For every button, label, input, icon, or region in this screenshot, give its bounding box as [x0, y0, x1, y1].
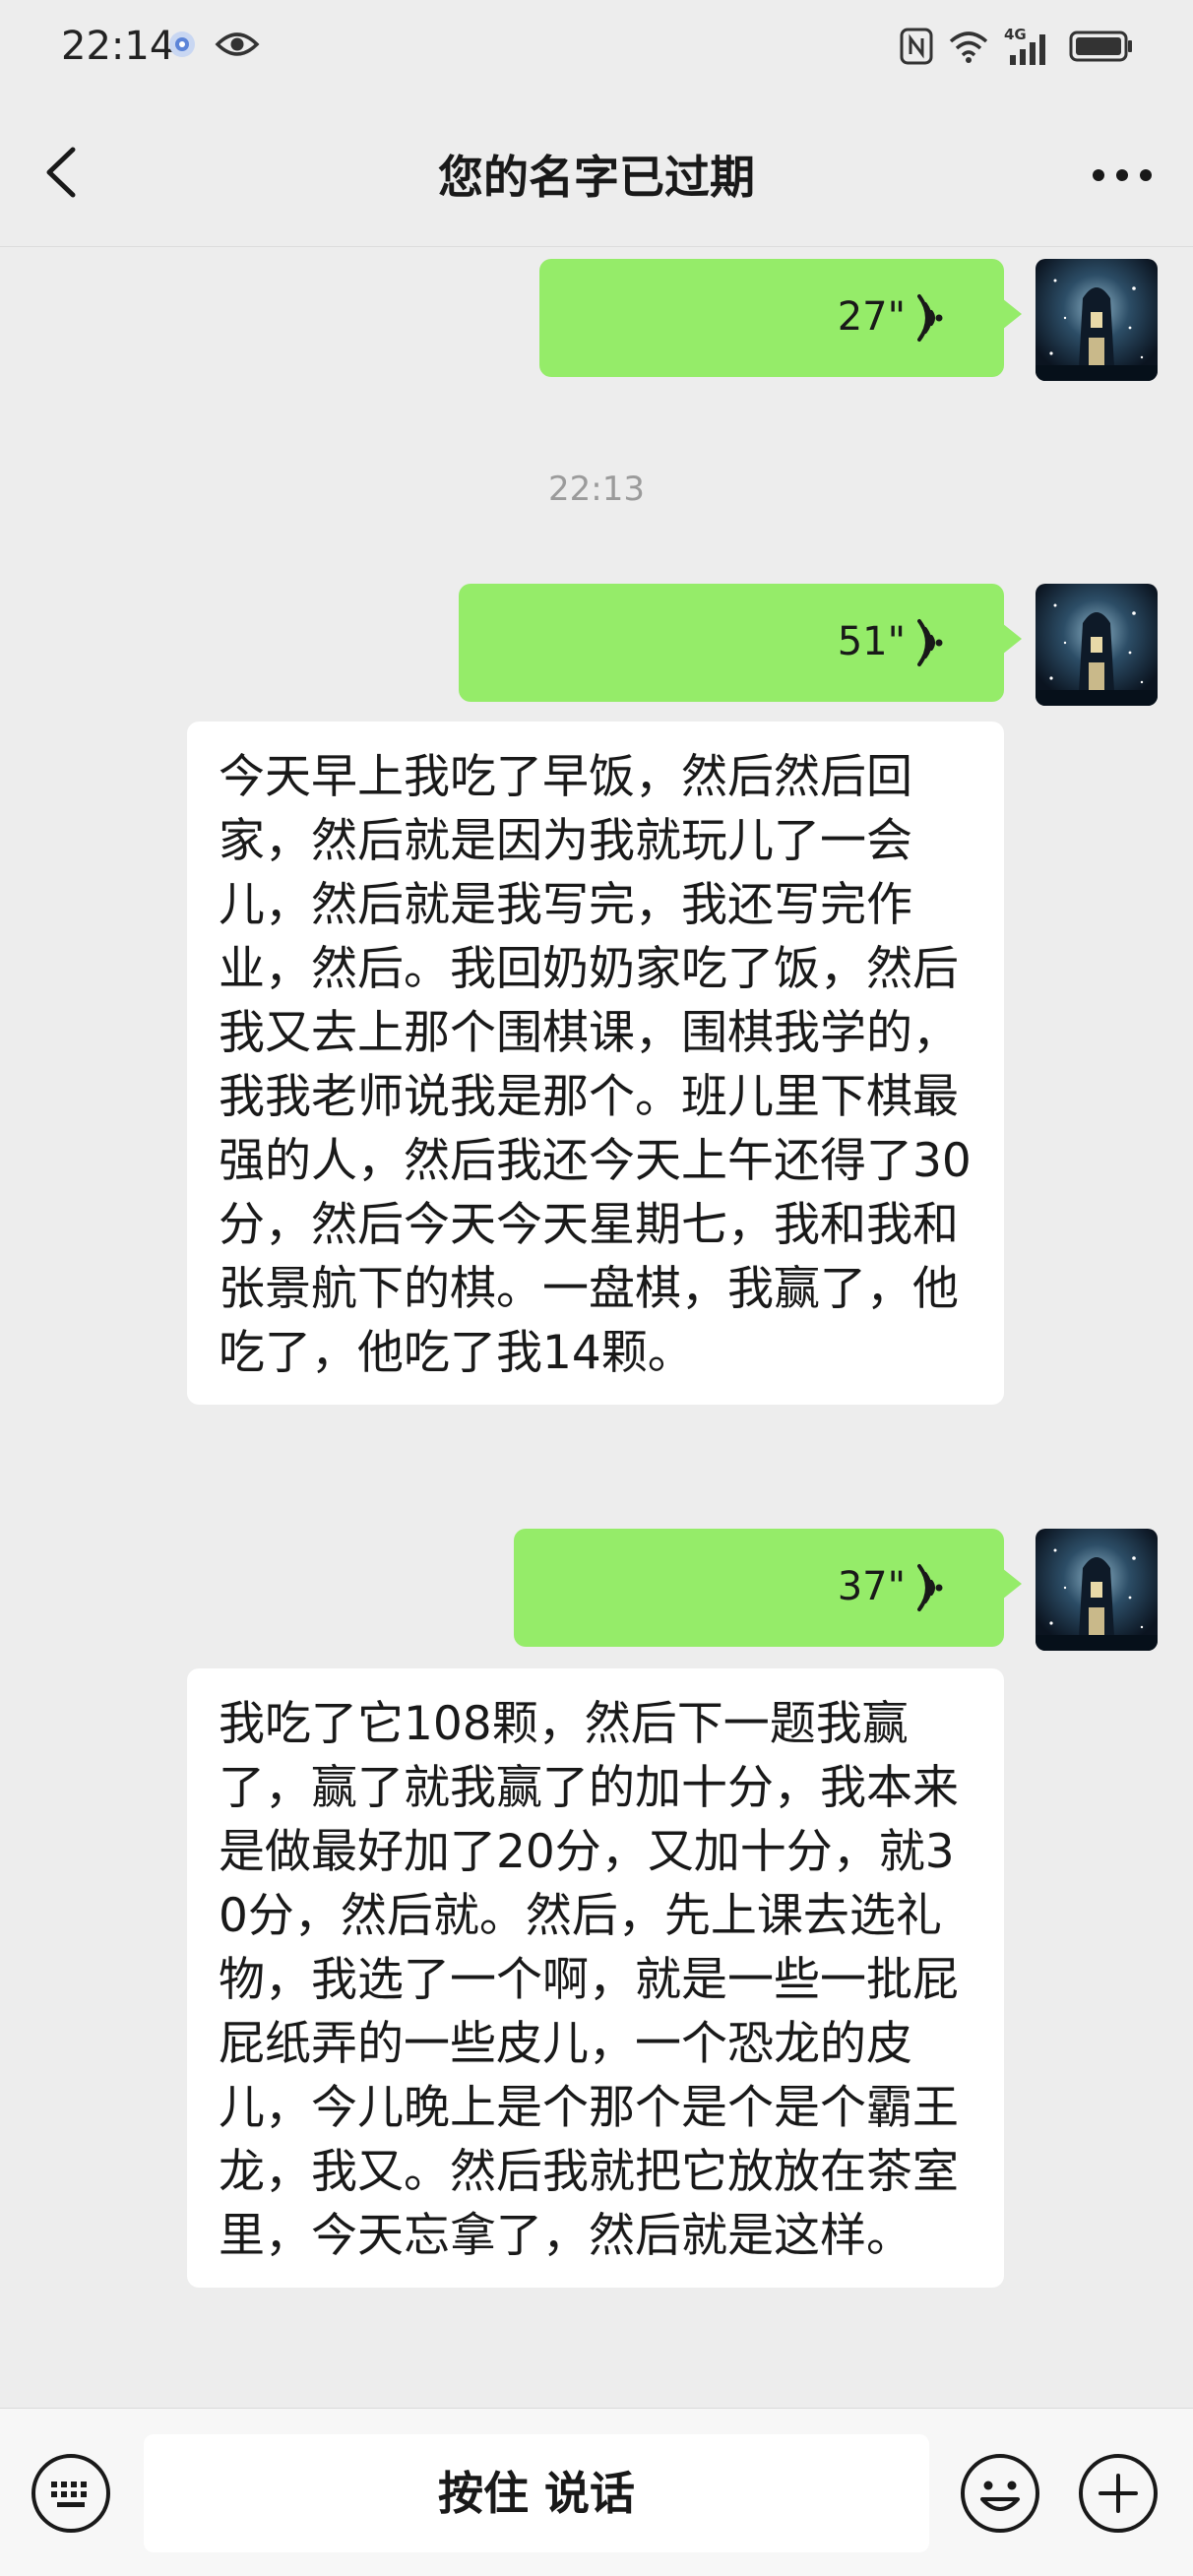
- chat-header: 您的名字已过期: [0, 98, 1193, 247]
- user-avatar[interactable]: [1036, 1529, 1158, 1651]
- more-functions-button[interactable]: [1077, 2452, 1160, 2535]
- emoji-button[interactable]: [959, 2452, 1041, 2535]
- voice-message-bubble[interactable]: 37": [514, 1529, 1022, 1647]
- cellular-signal-icon: 4G: [1004, 26, 1053, 67]
- keyboard-toggle-button[interactable]: [30, 2452, 112, 2535]
- emoji-icon: [961, 2454, 1039, 2533]
- voice-wave-icon: [917, 619, 943, 666]
- plus-icon: [1079, 2454, 1158, 2533]
- more-dots-icon: [1093, 169, 1152, 181]
- message-timestamp: 22:13: [548, 470, 645, 509]
- voice-message-bubble[interactable]: 27": [539, 259, 1022, 377]
- voice-duration: 37": [837, 1564, 906, 1609]
- nfc-icon: [900, 28, 933, 69]
- avatar-night-tower-image: [1036, 259, 1158, 381]
- voice-message-bubble[interactable]: 51": [459, 584, 1022, 702]
- voice-transcript-bubble[interactable]: 我吃了它108颗，然后下一题我赢了，赢了就我赢了的加十分，我本来是做最好加了20…: [187, 1668, 1004, 2288]
- keyboard-icon: [31, 2454, 110, 2533]
- voice-wave-icon: [917, 1564, 943, 1611]
- voice-duration: 51": [837, 619, 906, 664]
- chat-message-list[interactable]: 27" 22:13 51" 今天早上我吃了早饭，然后然后回家，然后就是因为我就玩…: [0, 247, 1193, 2407]
- avatar-night-tower-image: [1036, 1529, 1158, 1651]
- battery-icon: [1069, 30, 1134, 67]
- input-bar: 按住 说话: [0, 2408, 1193, 2576]
- user-avatar[interactable]: [1036, 584, 1158, 706]
- notification-app-icon: [167, 30, 197, 63]
- eye-icon: [215, 30, 260, 63]
- status-bar: 22:14 4G: [0, 0, 1193, 98]
- more-options-button[interactable]: [1085, 156, 1160, 195]
- voice-wave-icon: [917, 294, 943, 342]
- wifi-icon: [949, 30, 988, 67]
- hold-to-talk-button[interactable]: 按住 说话: [144, 2434, 929, 2552]
- voice-transcript-bubble[interactable]: 今天早上我吃了早饭，然后然后回家，然后就是因为我就玩儿了一会儿，然后就是我写完，…: [187, 722, 1004, 1405]
- voice-duration: 27": [837, 294, 906, 340]
- user-avatar[interactable]: [1036, 259, 1158, 381]
- avatar-night-tower-image: [1036, 584, 1158, 706]
- status-time: 22:14: [61, 24, 175, 69]
- chat-title: 您的名字已过期: [438, 151, 755, 204]
